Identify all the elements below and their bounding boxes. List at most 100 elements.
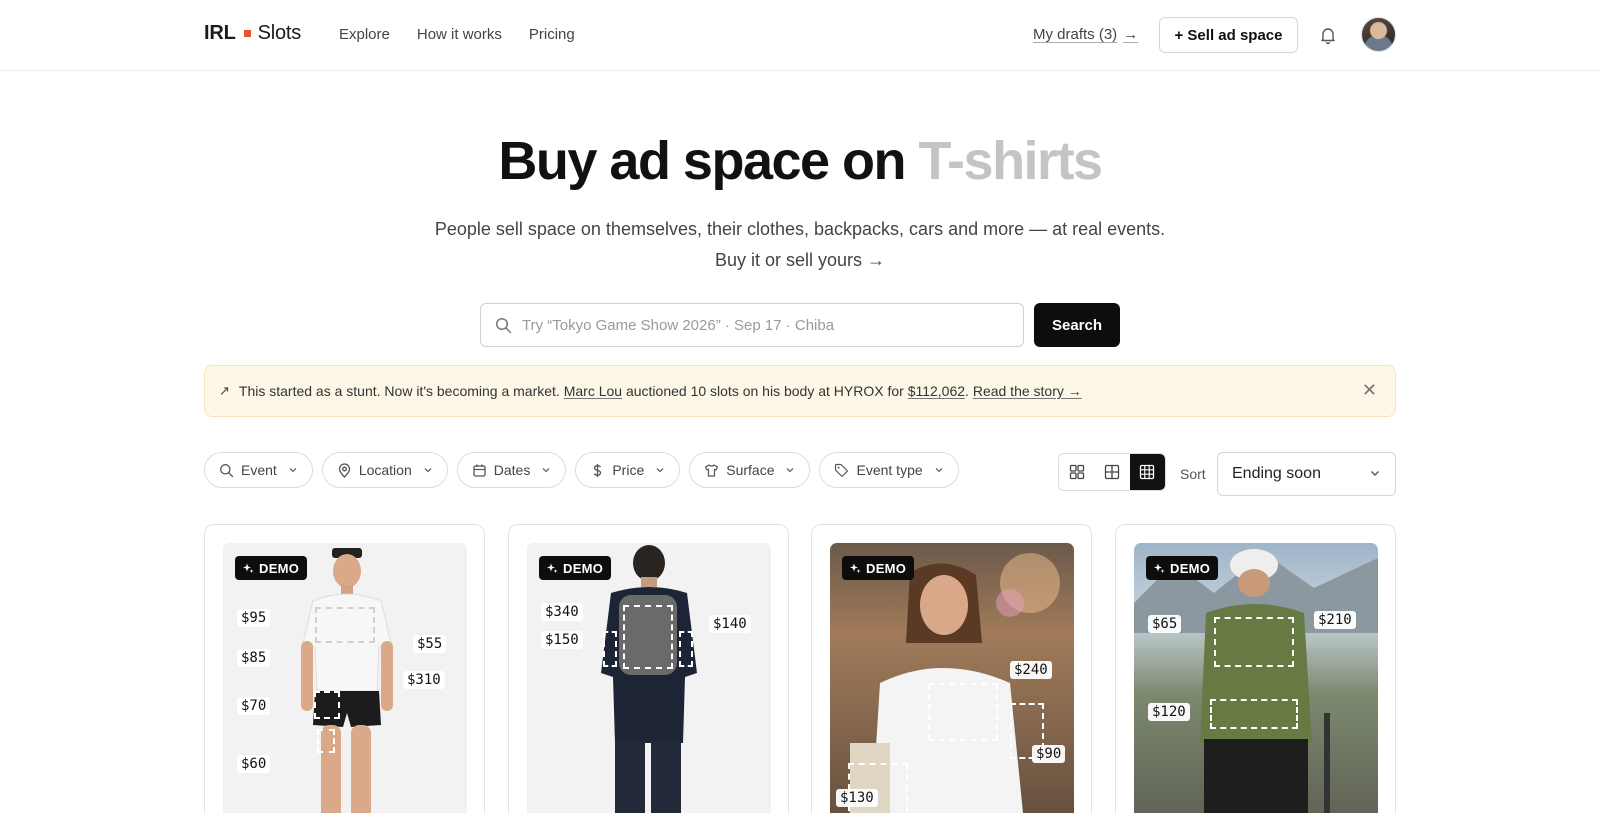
- filter-event[interactable]: Event: [204, 452, 313, 488]
- banner-text-before: This started as a stunt. Now it's becomi…: [238, 383, 560, 399]
- backpack-person-illustration: [601, 545, 697, 813]
- chevron-down-icon: [424, 468, 432, 473]
- hero-title-accent: T-shirts: [918, 131, 1104, 191]
- filter-event-type-label: Event type: [856, 462, 923, 478]
- slot-price-label: $65: [1148, 615, 1182, 633]
- filter-surface[interactable]: Surface: [689, 452, 811, 488]
- search-button[interactable]: Search: [1034, 303, 1120, 347]
- logo[interactable]: IRL Slots: [204, 22, 301, 45]
- slot-price-label: $120: [1148, 703, 1190, 721]
- demo-badge-label: DEMO: [1170, 560, 1211, 576]
- search-icon: [220, 463, 234, 477]
- demo-badge: DEMO: [842, 556, 915, 580]
- grid-medium-button[interactable]: [1094, 454, 1129, 490]
- listing-card[interactable]: DEMO $240 $90 $130: [811, 524, 1092, 813]
- demo-badge-label: DEMO: [259, 560, 300, 576]
- demo-badge-label: DEMO: [563, 560, 604, 576]
- demo-badge: DEMO: [235, 556, 308, 580]
- ad-slot[interactable]: [679, 631, 693, 667]
- grid-dense-icon: [1140, 464, 1155, 480]
- grid-dense-button[interactable]: [1129, 454, 1165, 490]
- filter-location-label: Location: [358, 462, 412, 478]
- logo-dot: [243, 30, 251, 37]
- nav-link-explore[interactable]: Explore: [339, 26, 390, 43]
- grid-density-toggle: [1058, 453, 1166, 491]
- banner-text-middle: auctioned 10 slots on his body at HYROX …: [625, 383, 904, 399]
- slot-price-label: $150: [541, 631, 583, 649]
- slot-price-label: $310: [403, 671, 445, 689]
- banner-period: .: [965, 383, 969, 399]
- grid-2x2-button[interactable]: [1059, 454, 1094, 490]
- sort-label: Sort: [1180, 466, 1206, 482]
- filter-bar: Event Location Dates Price Surface Event…: [204, 452, 959, 488]
- ad-slot[interactable]: [603, 631, 617, 667]
- chevron-down-icon: [1371, 471, 1379, 476]
- filter-price[interactable]: Price: [575, 452, 681, 488]
- filter-dates[interactable]: Dates: [456, 452, 567, 488]
- ad-slot[interactable]: [623, 605, 673, 669]
- filter-location[interactable]: Location: [321, 452, 448, 488]
- logo-text-slots: Slots: [257, 22, 302, 44]
- filter-surface-label: Surface: [726, 462, 775, 478]
- announcement-banner: ↗ This started as a stunt. Now it's beco…: [204, 365, 1396, 417]
- shirt-icon: [705, 463, 719, 477]
- search-box: [480, 303, 1024, 347]
- slot-price-label: $95: [237, 609, 271, 627]
- slot-price-label: $140: [709, 615, 751, 633]
- banner-person-link[interactable]: Marc Lou: [564, 383, 622, 399]
- sell-ad-space-button[interactable]: + Sell ad space: [1159, 17, 1298, 53]
- sort-select[interactable]: Ending soon: [1217, 452, 1396, 496]
- arrow-right-icon: →: [1123, 26, 1139, 43]
- map-pin-icon: [338, 462, 350, 478]
- sort-value: Ending soon: [1232, 465, 1321, 482]
- demo-badge: DEMO: [1146, 556, 1219, 580]
- user-avatar[interactable]: [1361, 17, 1396, 52]
- ad-slot[interactable]: [928, 683, 998, 741]
- close-icon[interactable]: ✕: [1362, 380, 1377, 401]
- chevron-down-icon: [935, 468, 943, 473]
- listing-card[interactable]: DEMO $340 $150 $140: [508, 524, 789, 813]
- hero-title: Buy ad space on T-shirts: [0, 130, 1600, 192]
- sparkle-icon: [850, 563, 861, 573]
- ad-slot[interactable]: [315, 607, 375, 643]
- ad-slot[interactable]: [1214, 617, 1294, 667]
- listing-card[interactable]: DEMO $95 $85 $70 $60 $55 $310: [204, 524, 485, 813]
- nav-link-pricing[interactable]: Pricing: [529, 26, 575, 43]
- ad-slot[interactable]: [1210, 699, 1298, 729]
- search-input[interactable]: [522, 316, 1002, 334]
- chevron-down-icon: [787, 468, 794, 473]
- demo-badge: DEMO: [539, 556, 612, 580]
- dollar-icon: [594, 463, 602, 477]
- chevron-down-icon: [289, 468, 297, 473]
- slot-price-label: $240: [1010, 661, 1052, 679]
- filter-event-label: Event: [241, 462, 277, 478]
- slot-price-label: $90: [1032, 745, 1066, 763]
- filter-price-label: Price: [612, 462, 645, 478]
- sparkle-icon: [547, 563, 558, 573]
- sparkle-icon: [1154, 563, 1165, 573]
- banner-amount-link[interactable]: $112,062: [908, 383, 965, 399]
- slot-price-label: $85: [237, 649, 271, 667]
- calendar-icon: [473, 464, 486, 477]
- bell-icon[interactable]: [1318, 25, 1338, 45]
- slot-price-label: $55: [413, 635, 447, 653]
- my-drafts-link[interactable]: My drafts (3) →: [1033, 26, 1138, 43]
- ad-slot[interactable]: [314, 691, 340, 719]
- banner-read-story-link[interactable]: Read the story →: [973, 383, 1082, 399]
- listing-image: DEMO $65 $210 $120: [1134, 543, 1378, 813]
- nav-link-how-it-works[interactable]: How it works: [417, 26, 502, 43]
- listing-card[interactable]: DEMO $65 $210 $120: [1115, 524, 1396, 813]
- hero-buy-sell-link[interactable]: Buy it or sell yours →: [0, 250, 1600, 271]
- my-drafts-label: My drafts (3): [1033, 26, 1118, 43]
- arrow-up-right-icon: ↗: [219, 383, 230, 398]
- slot-price-label: $130: [836, 789, 878, 807]
- filter-event-type[interactable]: Event type: [819, 452, 959, 488]
- slot-price-label: $210: [1314, 611, 1356, 629]
- hero-title-main: Buy ad space on: [498, 131, 906, 191]
- listing-image: DEMO $240 $90 $130: [830, 543, 1074, 813]
- listing-image: DEMO $340 $150 $140: [527, 543, 771, 813]
- chevron-down-icon: [656, 468, 664, 473]
- ad-slot[interactable]: [317, 729, 335, 753]
- sparkle-icon: [243, 563, 254, 573]
- nav-links: Explore How it works Pricing: [339, 26, 575, 43]
